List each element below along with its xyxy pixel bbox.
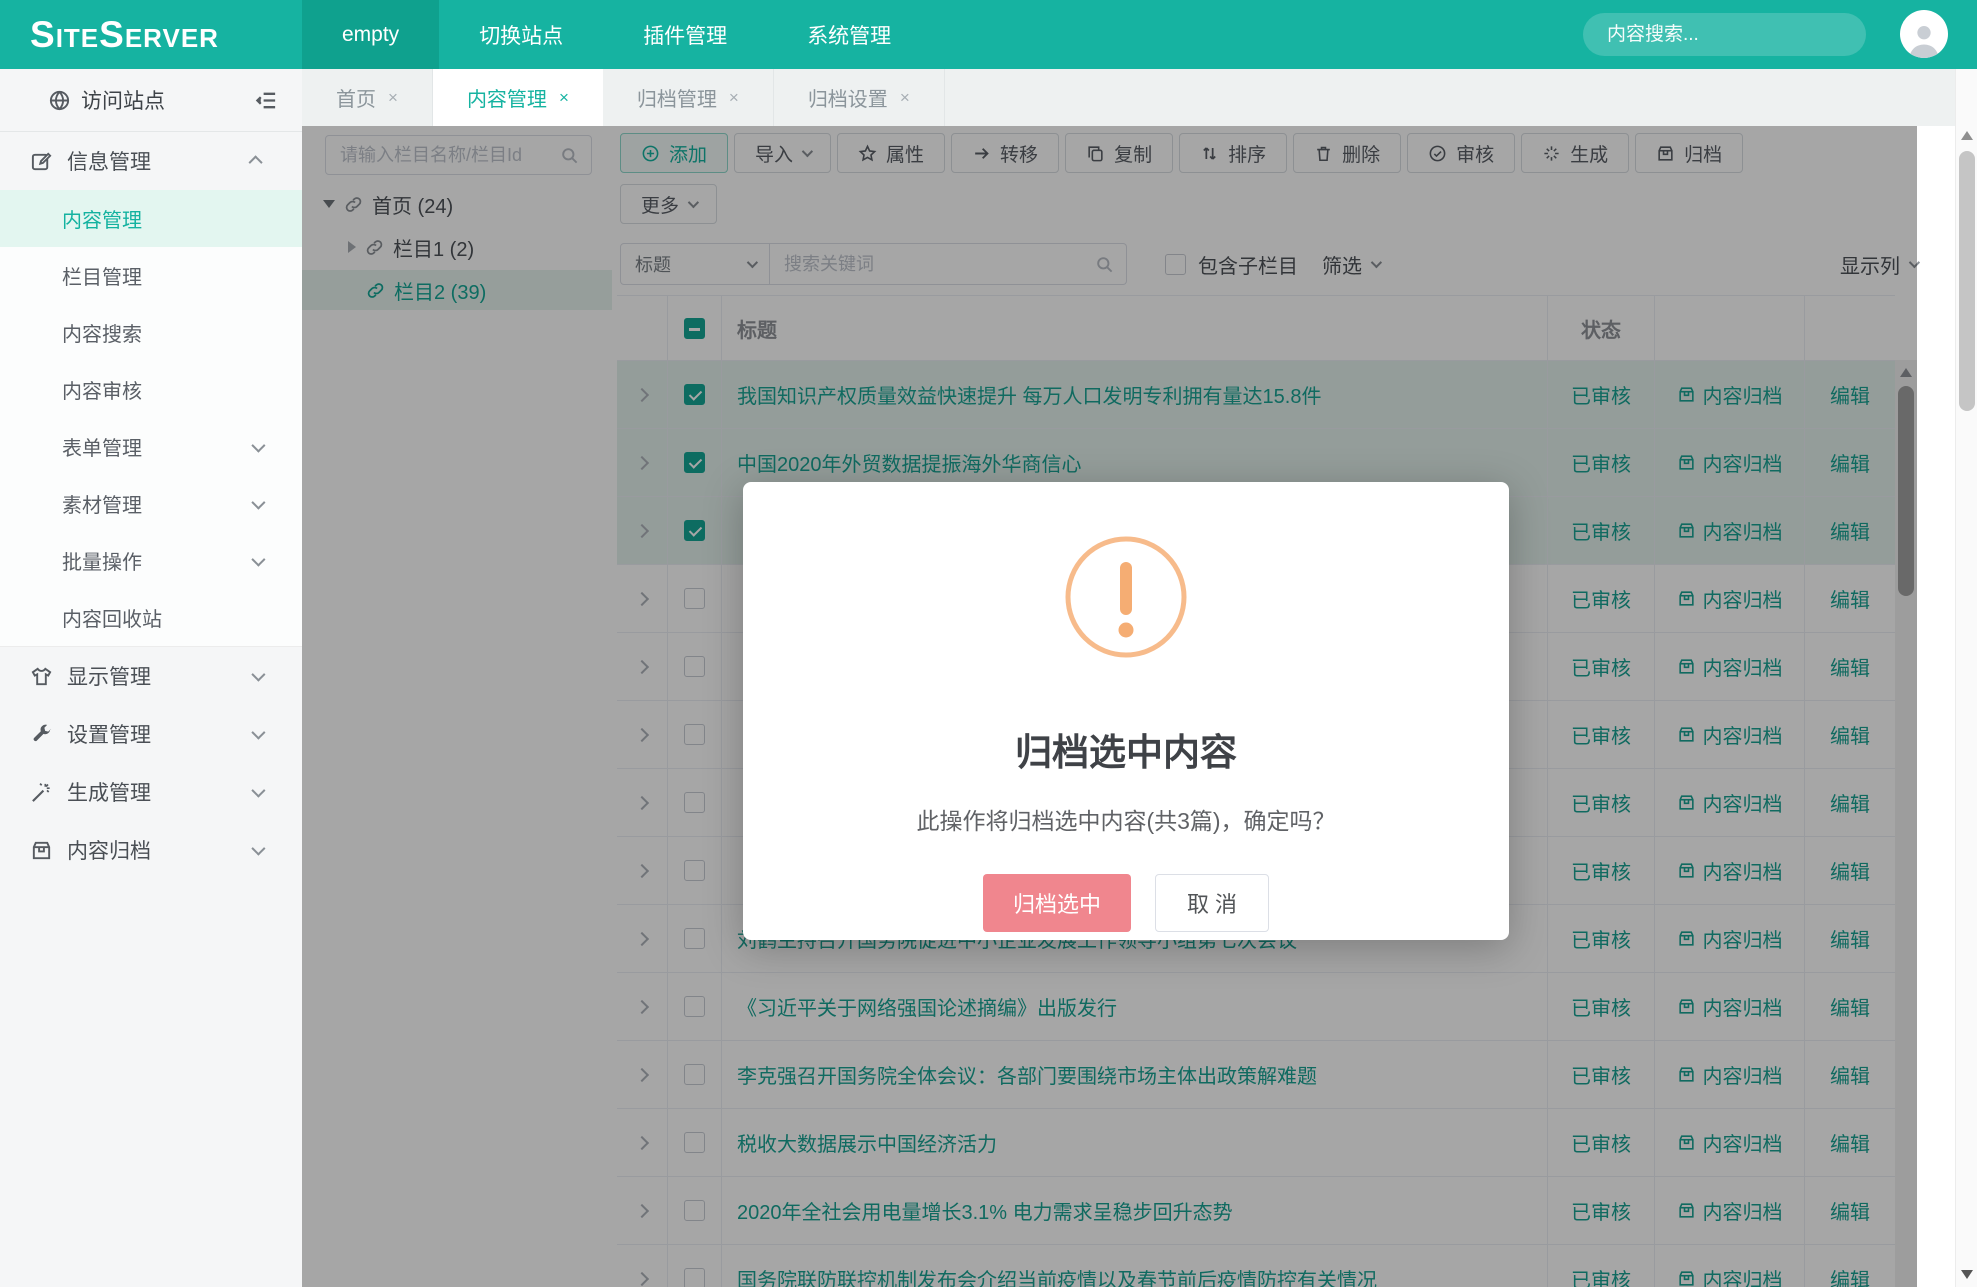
top-nav: empty 切换站点 插件管理 系统管理 bbox=[302, 0, 931, 69]
archive-confirm-dialog: 归档选中内容 此操作将归档选中内容(共3篇)，确定吗？ 归档选中 取 消 bbox=[743, 482, 1509, 940]
close-icon[interactable]: × bbox=[900, 88, 910, 108]
tab-archive-management[interactable]: 归档管理× bbox=[603, 69, 774, 126]
sidebar-group-settings[interactable]: 设置管理 bbox=[0, 705, 302, 763]
chevron-up-icon bbox=[249, 155, 263, 169]
chevron-down-icon bbox=[251, 495, 265, 509]
dialog-buttons: 归档选中 取 消 bbox=[983, 874, 1269, 932]
tab-home[interactable]: 首页× bbox=[302, 69, 433, 126]
nav-item-plugins[interactable]: 插件管理 bbox=[603, 0, 767, 69]
nav-item-system[interactable]: 系统管理 bbox=[767, 0, 931, 69]
app-header: SITESERVER empty 切换站点 插件管理 系统管理 bbox=[0, 0, 1977, 69]
tab-bar: 首页× 内容管理× 归档管理× 归档设置× bbox=[302, 69, 1977, 126]
sidebar-submenu-item[interactable]: 内容搜索 bbox=[0, 304, 302, 361]
dialog-title: 归档选中内容 bbox=[1015, 722, 1237, 776]
sidebar-submenu-item[interactable]: 素材管理 bbox=[0, 475, 302, 532]
close-icon[interactable]: × bbox=[559, 88, 569, 108]
page-scrollbar[interactable] bbox=[1955, 69, 1977, 1287]
global-search bbox=[1583, 13, 1866, 56]
archive-icon bbox=[30, 839, 53, 862]
nav-item-switch-site[interactable]: 切换站点 bbox=[439, 0, 603, 69]
scroll-up-icon[interactable] bbox=[1961, 131, 1973, 140]
sidebar-group-archive[interactable]: 内容归档 bbox=[0, 821, 302, 879]
sidebar-submenu-item[interactable]: 内容管理 bbox=[0, 190, 302, 247]
edit-icon bbox=[30, 150, 53, 173]
sidebar-submenu: 内容管理 栏目管理 内容搜索 内容审核 表单管理 素材管理 批量操作 bbox=[0, 190, 302, 646]
sidebar-group-generate[interactable]: 生成管理 bbox=[0, 763, 302, 821]
sidebar-group-display[interactable]: 显示管理 bbox=[0, 647, 302, 705]
visit-site-link[interactable]: 访问站点 bbox=[0, 69, 302, 132]
global-search-input[interactable] bbox=[1607, 24, 1852, 46]
user-avatar[interactable] bbox=[1900, 10, 1948, 58]
globe-icon bbox=[48, 89, 71, 112]
chevron-down-icon bbox=[251, 842, 265, 856]
sidebar-submenu-item[interactable]: 内容审核 bbox=[0, 361, 302, 418]
tab-content-management[interactable]: 内容管理× bbox=[433, 69, 603, 126]
app-logo: SITESERVER bbox=[0, 14, 302, 56]
collapse-menu-icon[interactable] bbox=[255, 89, 278, 112]
archive-confirm-button[interactable]: 归档选中 bbox=[983, 874, 1131, 932]
cancel-button[interactable]: 取 消 bbox=[1155, 874, 1269, 932]
wand-icon bbox=[30, 781, 53, 804]
chevron-down-icon bbox=[251, 552, 265, 566]
chevron-down-icon bbox=[251, 438, 265, 452]
sidebar-submenu-item[interactable]: 栏目管理 bbox=[0, 247, 302, 304]
scrollbar-thumb[interactable] bbox=[1959, 151, 1975, 411]
sidebar: 访问站点 信息管理 内容管理 栏目管理 内容搜索 内容审核 表单管理 素 bbox=[0, 69, 302, 1287]
sidebar-group-info[interactable]: 信息管理 bbox=[0, 132, 302, 190]
nav-item-site[interactable]: empty bbox=[302, 0, 439, 69]
tshirt-icon bbox=[30, 665, 53, 688]
scroll-down-icon[interactable] bbox=[1961, 1270, 1973, 1279]
chevron-down-icon bbox=[251, 726, 265, 740]
tab-archive-settings[interactable]: 归档设置× bbox=[774, 69, 945, 126]
dialog-message: 此操作将归档选中内容(共3篇)，确定吗？ bbox=[916, 802, 1335, 836]
warning-exclamation-icon bbox=[1063, 534, 1189, 660]
sidebar-submenu-item[interactable]: 批量操作 bbox=[0, 532, 302, 589]
close-icon[interactable]: × bbox=[729, 88, 739, 108]
sidebar-submenu-item[interactable]: 表单管理 bbox=[0, 418, 302, 475]
close-icon[interactable]: × bbox=[388, 88, 398, 108]
chevron-down-icon bbox=[251, 784, 265, 798]
chevron-down-icon bbox=[251, 668, 265, 682]
wrench-icon bbox=[30, 723, 53, 746]
sidebar-submenu-item[interactable]: 内容回收站 bbox=[0, 589, 302, 646]
